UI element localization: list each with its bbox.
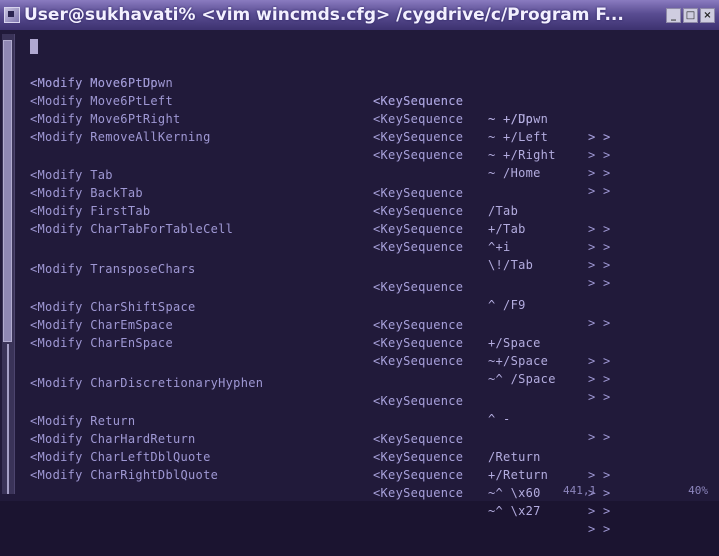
keysequence-tag: <KeySequence	[373, 336, 464, 350]
keysequence-tag: <KeySequence	[373, 148, 464, 162]
key-binding: ^ /F9	[488, 298, 526, 312]
code-line: <Modify CharHardReturn <KeySequence +/Re…	[18, 412, 610, 500]
keysequence-tag: <KeySequence	[373, 432, 464, 446]
key-binding: ~ /Home	[488, 166, 541, 180]
code-line: <Modify Move6PtDown <KeySequence ~ +/Dow…	[18, 56, 610, 144]
key-binding: /Return	[488, 450, 541, 464]
code-line: <Modify CharRightDblQuote <KeySequence ~…	[18, 448, 610, 536]
closing-brackets: > >	[588, 148, 611, 162]
key-binding: +/Tab	[488, 222, 526, 236]
code-line: <Modify CharShiftSpace <KeySequence +/Sp…	[18, 280, 610, 368]
vim-status-line: 441,1 40%	[18, 484, 708, 500]
modify-command: <Modify RemoveAllKerning	[30, 130, 211, 144]
key-binding: ~^ /Space	[488, 372, 556, 386]
closing-brackets: > >	[588, 184, 611, 198]
window-controls: _ □ ×	[666, 7, 715, 23]
key-binding: ~^ \x27	[488, 504, 541, 518]
keysequence-tag: <KeySequence	[373, 354, 464, 368]
minimize-button[interactable]: _	[666, 7, 681, 23]
code-line: <Modify TransposeChars <KeySequence ^ /F…	[18, 242, 610, 330]
keysequence-tag: <KeySequence	[373, 112, 464, 126]
closing-brackets: > >	[588, 504, 611, 518]
code-line: <Modify CharEmSpace <KeySequence ~+/Spac…	[18, 298, 610, 386]
cursor-position: 441,1	[563, 484, 597, 497]
keysequence-tag: <KeySequence	[373, 222, 464, 236]
modify-command: <Modify CharDiscretionaryHyphen	[30, 376, 264, 390]
code-line: <Modify CharDiscretionaryHyphen <KeySequ…	[18, 356, 610, 444]
key-binding: ^+i	[488, 240, 511, 254]
keysequence-tag: <KeySequence	[373, 318, 464, 332]
code-line: <Modify Return <KeySequence /Return > >	[18, 394, 610, 482]
closing-brackets: > >	[588, 430, 611, 444]
scroll-percent: 40%	[688, 484, 708, 497]
key-binding: \!/Tab	[488, 258, 534, 272]
maximize-button[interactable]: □	[683, 7, 698, 23]
keysequence-tag: <KeySequence	[373, 204, 464, 218]
keysequence-tag: <KeySequence	[373, 280, 464, 294]
code-line: <Modify RemoveAllKerning <KeySequence ~ …	[18, 110, 610, 198]
closing-brackets: > >	[588, 468, 611, 482]
keysequence-tag: <KeySequence	[373, 468, 464, 482]
closing-brackets: > >	[588, 522, 611, 536]
text-cursor	[30, 39, 38, 54]
closing-brackets: > >	[588, 240, 611, 254]
modify-command: <Modify CharEnSpace	[30, 336, 173, 350]
closing-brackets: > >	[588, 276, 611, 290]
window-title: User@sukhavati% <vim wincmds.cfg> /cygdr…	[24, 5, 624, 25]
keysequence-tag: <KeySequence	[373, 394, 464, 408]
vertical-scrollbar[interactable]	[2, 34, 15, 494]
closing-brackets: > >	[588, 354, 611, 368]
modify-command: <Modify CharRightDblQuote	[30, 468, 219, 482]
terminal-app-icon[interactable]	[4, 7, 20, 23]
key-binding: ~ +/Right	[488, 148, 556, 162]
key-binding: ~+/Space	[488, 354, 549, 368]
key-binding: ~ +/Left	[488, 130, 549, 144]
key-binding: ^ -	[488, 412, 511, 426]
code-line: <Modify Move6PtLeft <KeySequence ~ +/Lef…	[18, 74, 610, 162]
code-line: <Modify CharEnSpace <KeySequence ~^ /Spa…	[18, 316, 610, 404]
keysequence-tag: <KeySequence	[373, 240, 464, 254]
keysequence-tag: <KeySequence	[373, 450, 464, 464]
closing-brackets: > >	[588, 258, 611, 272]
scrollbar-track-marker	[7, 344, 9, 494]
closing-brackets: > >	[588, 166, 611, 180]
terminal-window: User@sukhavati% <vim wincmds.cfg> /cygdr…	[0, 0, 719, 536]
key-binding: +/Return	[488, 468, 549, 482]
key-binding: +/Space	[488, 336, 541, 350]
keysequence-tag: <KeySequence	[373, 94, 464, 108]
keysequence-tag: <KeySequence	[373, 130, 464, 144]
modify-command: <Modify CharTabForTableCell	[30, 222, 234, 236]
closing-brackets: > >	[588, 372, 611, 386]
closing-brackets: > >	[588, 130, 611, 144]
closing-brackets: > >	[588, 222, 611, 236]
scrollbar-thumb[interactable]	[3, 40, 12, 342]
code-line: <Modify Move6PtRight <KeySequence ~ +/Ri…	[18, 92, 610, 180]
code-line: <Modify CharTabForTableCell <KeySequence…	[18, 202, 610, 290]
title-bar[interactable]: User@sukhavati% <vim wincmds.cfg> /cygdr…	[0, 0, 719, 30]
keysequence-tag: <KeySequence	[373, 186, 464, 200]
code-line: <Modify BackTab <KeySequence +/Tab > >	[18, 166, 610, 254]
code-line: <Modify Tab <KeySequence /Tab > >	[18, 148, 610, 236]
modify-command: <Modify TransposeChars	[30, 262, 196, 276]
key-binding: /Tab	[488, 204, 519, 218]
closing-brackets: > >	[588, 316, 611, 330]
code-line: <Modify CharLeftDblQuote <KeySequence ~^…	[18, 430, 610, 518]
code-line: <Modify Move6PtUp <KeySequence ~ +/Up > …	[18, 38, 610, 144]
vim-editor-buffer[interactable]: <Modify Move6PtUp <KeySequence ~ +/Up > …	[18, 38, 708, 536]
key-binding: ~ +/Down	[488, 112, 549, 126]
close-button[interactable]: ×	[700, 7, 715, 23]
code-line: <Modify FirstTab <KeySequence ^+i > >	[18, 184, 610, 272]
closing-brackets: > >	[588, 390, 611, 404]
